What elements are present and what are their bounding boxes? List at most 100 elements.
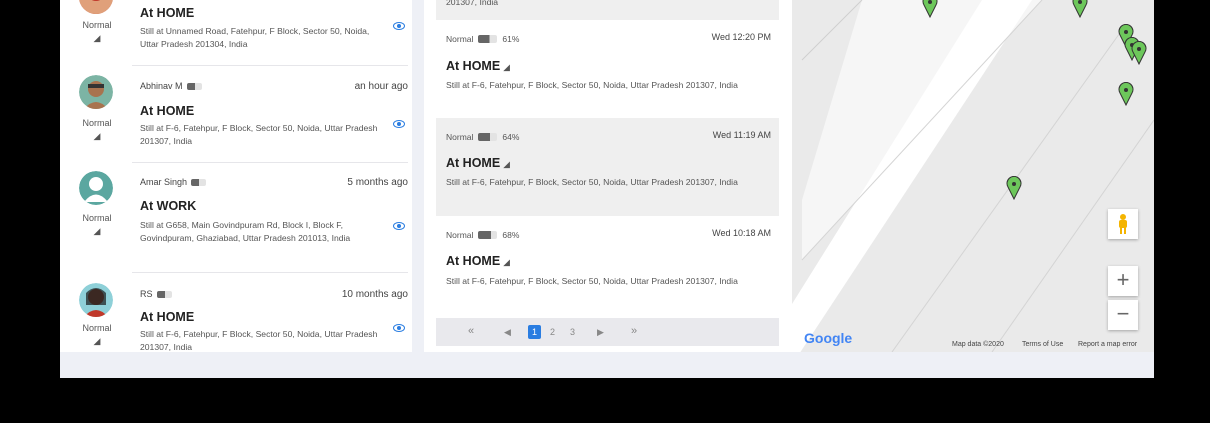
member-last-seen: 5 months ago [347, 177, 408, 188]
history-status-text: Normal [446, 34, 474, 44]
google-logo: Google [804, 330, 852, 346]
history-time: Wed 12:20 PM [711, 32, 771, 42]
street-view-pegman-icon[interactable] [1108, 209, 1138, 239]
history-place-text: At HOME [446, 59, 501, 73]
battery-percent: 61% [502, 34, 520, 44]
report-map-error-link[interactable]: Report a map error [1078, 341, 1137, 348]
content-area: Normal ◢ At HOME Still at Unnamed Road, … [60, 0, 1154, 378]
member-address: Still at Unnamed Road, Fatehpur, F Block… [140, 26, 370, 49]
battery-icon [156, 290, 172, 298]
battery-icon [186, 82, 202, 90]
app-frame: Normal ◢ At HOME Still at Unnamed Road, … [12, 0, 1202, 423]
history-time: Wed 11:19 AM [712, 130, 771, 140]
member-last-seen: an hour ago [354, 81, 408, 92]
member-status: Normal [82, 323, 112, 333]
map-data-credit: Map data ©2020 [952, 341, 1004, 348]
history-place-text: At HOME [446, 156, 501, 170]
history-status: Normal 68% [446, 230, 519, 240]
location-pin-icon[interactable] [1118, 82, 1134, 106]
prev-page-button[interactable]: ◀ [504, 327, 511, 338]
location-history-card: 201307, India Normal 61% Wed 12:20 PM At … [424, 0, 792, 352]
history-status: Normal 64% [446, 132, 519, 142]
google-logo-text: Google [804, 330, 853, 346]
member-name: RS [140, 289, 172, 299]
history-item[interactable]: 201307, India [436, 0, 779, 20]
activity-icon: ◢ [503, 258, 510, 267]
member-name: Amar Singh [140, 177, 207, 187]
history-status-text: Normal [446, 230, 474, 240]
first-page-button[interactable]: « [468, 325, 474, 337]
history-status-text: Normal [446, 132, 474, 142]
location-pin-icon[interactable] [922, 0, 938, 18]
activity-icon: ◢ [503, 63, 510, 72]
member-status: Normal [82, 213, 112, 223]
member-row[interactable]: Normal ◢ Abhinav M an hour ago At HOME S… [60, 68, 412, 163]
history-address: Still at F-6, Fatehpur, F Block, Sector … [446, 177, 738, 187]
last-page-button[interactable]: » [631, 325, 637, 337]
member-address: Still at F-6, Fatehpur, F Block, Sector … [140, 123, 378, 146]
history-time: Wed 10:18 AM [712, 228, 771, 238]
member-list: Normal ◢ At HOME Still at Unnamed Road, … [60, 0, 412, 352]
avatar [79, 171, 113, 205]
member-status: Normal [82, 118, 112, 128]
pagination: « ◀ 1 2 3 ▶ » [436, 318, 779, 346]
battery-percent: 68% [502, 230, 520, 240]
history-address: Still at F-6, Fatehpur, F Block, Sector … [446, 276, 738, 286]
view-icon[interactable] [393, 324, 405, 332]
member-last-seen: 10 months ago [341, 289, 408, 300]
history-address: Still at F-6, Fatehpur, F Block, Sector … [446, 80, 738, 90]
battery-percent: 64% [502, 132, 520, 142]
map-view[interactable]: + − Google Map data ©2020 Terms of Use R… [792, 0, 1154, 352]
next-page-button[interactable]: ▶ [597, 327, 604, 338]
member-row[interactable]: Normal ◢ Amar Singh 5 months ago At WORK… [60, 163, 412, 273]
member-name-text: RS [140, 289, 153, 299]
location-pin-icon[interactable] [1006, 176, 1022, 200]
member-name: Abhinav M [140, 81, 202, 91]
history-place: At HOME ◢ [446, 59, 510, 73]
view-icon[interactable] [393, 22, 405, 30]
member-place: At WORK [140, 199, 197, 213]
view-icon[interactable] [393, 120, 405, 128]
member-address: Still at F-6, Fatehpur, F Block, Sector … [140, 329, 378, 352]
history-item[interactable]: Normal 68% Wed 10:18 AM At HOME ◢ Still a… [436, 216, 779, 318]
member-status: Normal [82, 20, 112, 30]
avatar [79, 0, 113, 14]
history-item[interactable]: Normal 64% Wed 11:19 AM At HOME ◢ Still a… [436, 118, 779, 216]
zoom-in-button[interactable]: + [1108, 266, 1138, 296]
location-pin-icon[interactable] [1072, 0, 1088, 18]
terms-of-use-link[interactable]: Terms of Use [1022, 341, 1063, 348]
page-2-button[interactable]: 2 [550, 327, 555, 337]
history-status: Normal 61% [446, 34, 519, 44]
member-address: Still at G658, Main Govindpuram Rd, Bloc… [140, 220, 351, 243]
activity-icon: ◢ [503, 160, 510, 169]
activity-icon: ◢ [93, 131, 101, 141]
page-1-button[interactable]: 1 [528, 325, 541, 339]
battery-icon [478, 231, 498, 239]
zoom-out-button[interactable]: − [1108, 300, 1138, 330]
history-item[interactable]: Normal 61% Wed 12:20 PM At HOME ◢ Still a… [436, 20, 779, 118]
avatar [79, 283, 113, 317]
location-pin-icon[interactable] [1131, 41, 1147, 65]
history-address: 201307, India [446, 0, 499, 7]
battery-icon [478, 133, 498, 141]
view-icon[interactable] [393, 222, 405, 230]
battery-icon [191, 178, 207, 186]
history-place: At HOME ◢ [446, 156, 510, 170]
divider [132, 65, 408, 66]
avatar [79, 75, 113, 109]
activity-icon: ◢ [93, 33, 101, 43]
member-name-text: Abhinav M [140, 81, 183, 91]
history-place-text: At HOME [446, 254, 501, 268]
activity-icon: ◢ [93, 226, 101, 236]
member-row[interactable]: Normal ◢ RS 10 months ago At HOME Still … [60, 273, 412, 352]
history-place: At HOME ◢ [446, 254, 510, 268]
member-name-text: Amar Singh [140, 177, 188, 187]
map-roads [792, 0, 1154, 352]
member-place: At HOME [140, 310, 195, 324]
activity-icon: ◢ [93, 336, 101, 346]
member-row[interactable]: Normal ◢ At HOME Still at Unnamed Road, … [60, 0, 412, 66]
battery-icon [478, 35, 498, 43]
member-place: At HOME [140, 104, 195, 118]
page-3-button[interactable]: 3 [570, 327, 575, 337]
member-place: At HOME [140, 6, 195, 20]
